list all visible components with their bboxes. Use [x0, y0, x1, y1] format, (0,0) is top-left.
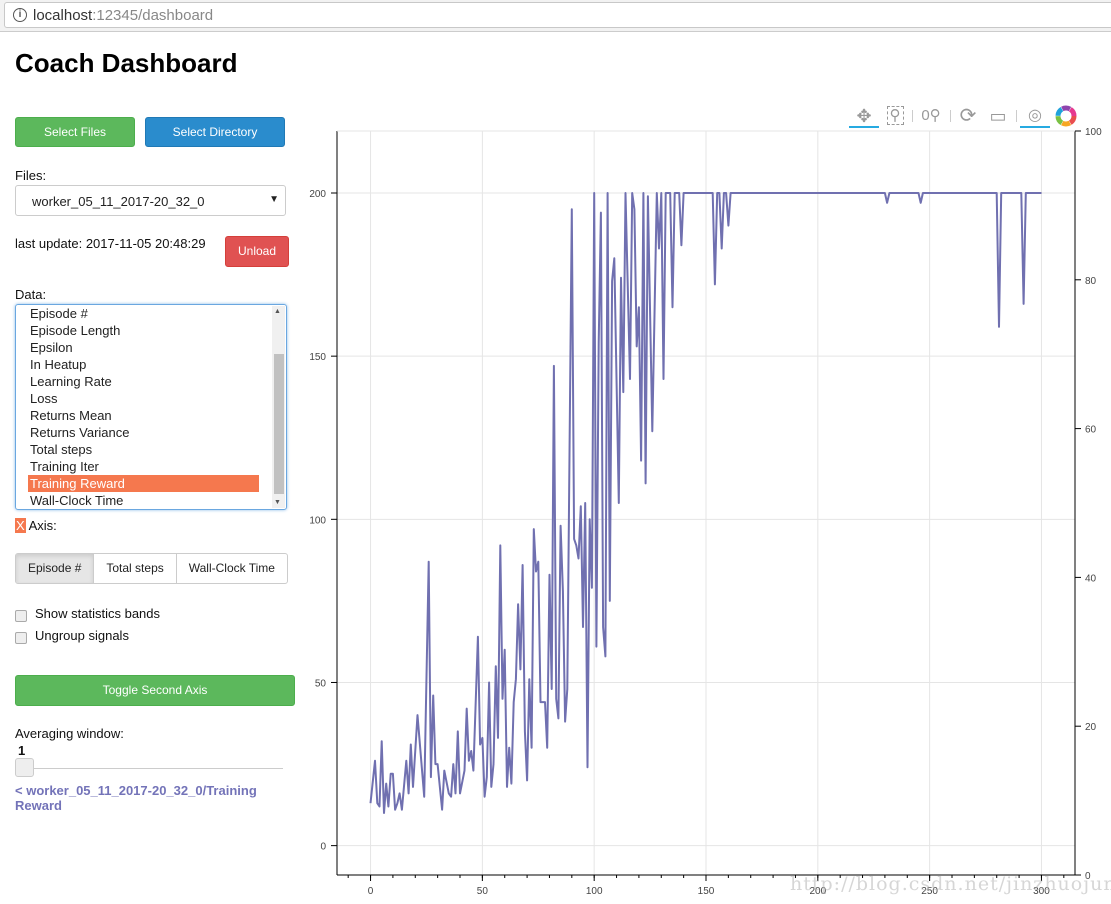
x-tick-label: 100	[586, 886, 603, 897]
x-tick-label: 0	[368, 886, 374, 897]
y2-tick-label: 20	[1085, 722, 1097, 733]
training-reward-chart[interactable]: 0 50 100 150 200 250 3000501001502000204060801…	[0, 0, 1111, 904]
y-tick-label: 150	[309, 352, 326, 363]
y2-tick-label: 60	[1085, 425, 1097, 436]
y-tick-label: 200	[309, 189, 326, 200]
y2-tick-label: 100	[1085, 127, 1102, 138]
y-tick-label: 50	[315, 678, 327, 689]
y-tick-label: 100	[309, 515, 326, 526]
y-tick-label: 0	[320, 842, 326, 853]
y2-tick-label: 40	[1085, 573, 1097, 584]
y2-tick-label: 80	[1085, 276, 1097, 287]
watermark: http://blog.csdn.net/jinzhuojun	[790, 873, 1111, 895]
x-tick-label: 150	[698, 886, 715, 897]
x-tick-label: 50	[477, 886, 489, 897]
